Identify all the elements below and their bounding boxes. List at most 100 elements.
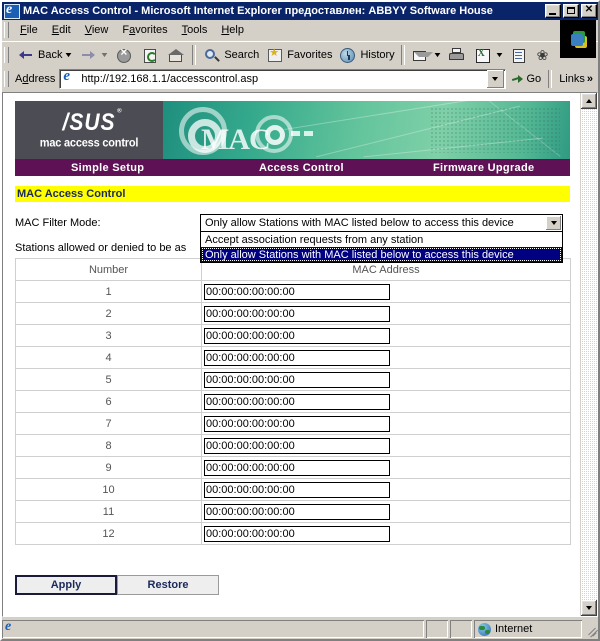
mac-input[interactable] (204, 503, 390, 520)
refresh-button[interactable] (137, 44, 163, 66)
router-nav-bar: Simple Setup Access Control Firmware Upg… (15, 159, 570, 176)
refresh-icon (140, 46, 160, 65)
table-row: 10 (15, 478, 571, 501)
mac-input[interactable] (204, 283, 390, 300)
row-number: 1 (15, 280, 202, 303)
mac-input[interactable] (204, 327, 390, 344)
menu-file[interactable]: File (13, 22, 45, 38)
router-admin-page: /SUS mac access control MAC (3, 93, 580, 595)
address-dropdown-button[interactable] (486, 70, 504, 88)
menu-view[interactable]: View (78, 22, 116, 38)
close-button[interactable]: ✕ (581, 4, 597, 18)
mac-input[interactable] (204, 481, 390, 498)
menu-favorites[interactable]: Favorites (115, 22, 174, 38)
header-number: Number (15, 258, 202, 281)
go-button[interactable]: Go (506, 73, 547, 86)
menu-bar: File Edit View Favorites Tools Help (2, 20, 598, 58)
address-url-text: http://192.168.1.1/accesscontrol.asp (81, 73, 259, 85)
messenger-button[interactable] (532, 44, 558, 66)
dash-decoration (291, 131, 300, 136)
edit-button[interactable]: ▼ (470, 44, 506, 66)
mail-button[interactable]: ▼ (408, 44, 444, 66)
toolbar: Back ▼ ▼ Search Favorites History ▼ (2, 41, 598, 68)
stop-button[interactable] (111, 44, 137, 66)
maximize-button[interactable] (563, 4, 579, 18)
back-dropdown-icon[interactable]: ▼ (64, 52, 74, 59)
mac-filter-select[interactable]: Only allow Stations with MAC listed belo… (200, 214, 563, 232)
toolbar-grip[interactable] (4, 47, 9, 63)
mail-dropdown-icon[interactable]: ▼ (432, 52, 442, 59)
scroll-down-button[interactable] (581, 600, 597, 616)
mac-input[interactable] (204, 437, 390, 454)
menu-help[interactable]: Help (214, 22, 251, 38)
back-button[interactable]: Back ▼ (13, 44, 75, 66)
toolbar-separator (192, 45, 197, 65)
history-icon (338, 46, 358, 65)
links-button[interactable]: Links » (554, 73, 598, 85)
nav-simple-setup[interactable]: Simple Setup (71, 162, 144, 174)
links-chevron-icon[interactable]: » (587, 73, 593, 85)
forward-button[interactable]: ▼ (75, 44, 111, 66)
resize-grip[interactable] (584, 622, 598, 636)
menu-edit[interactable]: Edit (45, 22, 78, 38)
menu-grip[interactable] (4, 22, 9, 38)
row-mac-cell (201, 390, 571, 413)
page-content: /SUS mac access control MAC (3, 93, 580, 616)
minimize-button[interactable] (545, 4, 561, 18)
go-label: Go (526, 73, 542, 85)
links-label: Links (559, 73, 585, 85)
back-arrow-icon (16, 46, 36, 65)
row-mac-cell (201, 368, 571, 391)
scroll-up-button[interactable] (581, 93, 597, 109)
row-mac-cell (201, 456, 571, 479)
nav-firmware-upgrade[interactable]: Firmware Upgrade (433, 162, 534, 174)
discuss-button[interactable] (506, 44, 532, 66)
mac-input[interactable] (204, 349, 390, 366)
nav-access-control[interactable]: Access Control (259, 162, 344, 174)
apply-button[interactable]: Apply (15, 575, 117, 595)
edit-dropdown-icon[interactable]: ▼ (494, 52, 504, 59)
section-title: MAC Access Control (17, 188, 126, 200)
status-slot-1 (426, 620, 448, 638)
mac-filter-dropdown-list[interactable]: Accept association requests from any sta… (200, 232, 563, 263)
row-mac-cell (201, 522, 571, 545)
row-number: 5 (15, 368, 202, 391)
address-input[interactable]: http://192.168.1.1/accesscontrol.asp (59, 68, 506, 89)
mac-input[interactable] (204, 371, 390, 388)
mac-input[interactable] (204, 393, 390, 410)
restore-button[interactable]: Restore (117, 575, 219, 595)
asus-wordmark: /SUS (62, 110, 115, 134)
mac-input[interactable] (204, 305, 390, 322)
mac-filter-row: MAC Filter Mode: Only allow Stations wit… (15, 214, 570, 263)
table-row: 5 (15, 368, 571, 391)
history-button[interactable]: History (335, 44, 397, 66)
search-button[interactable]: Search (199, 44, 262, 66)
print-button[interactable] (444, 44, 470, 66)
history-label: History (360, 49, 395, 61)
vertical-scrollbar[interactable] (580, 93, 597, 616)
status-message-cell (2, 619, 424, 638)
favorites-button[interactable]: Favorites (262, 44, 335, 66)
dropdown-option-only-allow-listed[interactable]: Only allow Stations with MAC listed belo… (201, 247, 562, 262)
table-row: 3 (15, 324, 571, 347)
address-bar: Address http://192.168.1.1/accesscontrol… (2, 68, 598, 92)
row-mac-cell (201, 500, 571, 523)
address-grip[interactable] (4, 71, 9, 87)
mac-input[interactable] (204, 525, 390, 542)
scrollbar-track[interactable] (581, 109, 597, 600)
table-row: 12 (15, 522, 571, 545)
mac-input[interactable] (204, 415, 390, 432)
edit-icon (473, 46, 493, 65)
home-button[interactable] (163, 44, 189, 66)
favorites-label: Favorites (287, 49, 333, 61)
forward-dropdown-icon[interactable]: ▼ (100, 52, 110, 59)
mac-input[interactable] (204, 459, 390, 476)
menu-tools[interactable]: Tools (175, 22, 215, 38)
window-controls: ✕ (545, 4, 597, 18)
dropdown-option-accept-any[interactable]: Accept association requests from any sta… (201, 232, 562, 247)
chevron-down-icon[interactable] (546, 216, 561, 230)
back-label: Back (38, 49, 63, 61)
table-row: 8 (15, 434, 571, 457)
row-mac-cell (201, 324, 571, 347)
security-zone-cell[interactable]: Internet (474, 620, 582, 638)
